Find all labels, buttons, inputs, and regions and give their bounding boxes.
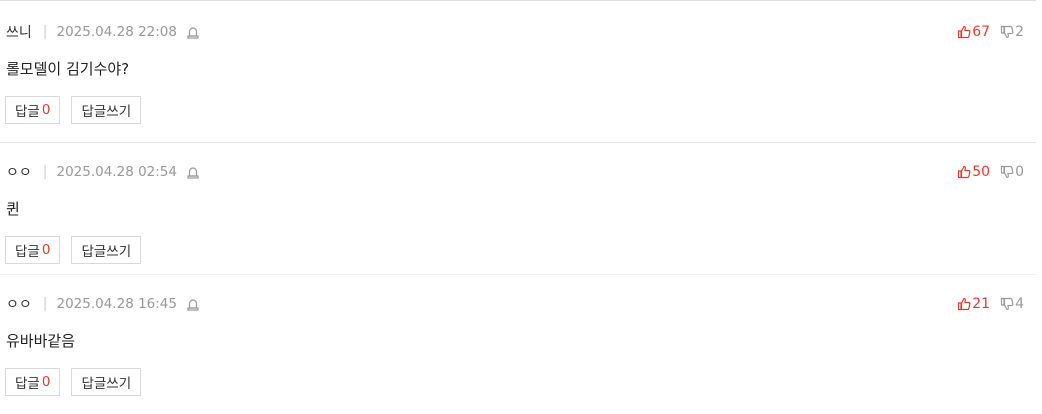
comment-item: ㅇㅇ | 2025.04.28 02:54 50 0 퀸 답글 0 답글쓰기 xyxy=(0,148,1036,282)
upvote-button[interactable]: 21 xyxy=(957,296,990,312)
report-siren-icon[interactable] xyxy=(186,25,200,39)
write-reply-button[interactable]: 답글쓰기 xyxy=(71,96,142,124)
downvote-button[interactable]: 0 xyxy=(1000,164,1024,180)
reply-label: 답글 xyxy=(15,376,40,392)
reply-label: 답글 xyxy=(15,244,40,260)
comment-item: ㅇㅇ | 2025.04.28 16:45 21 4 유바바같음 답글 0 답글… xyxy=(0,280,1036,414)
comment-author[interactable]: 쓰니 xyxy=(6,22,32,42)
comment-actions: 답글 0 답글쓰기 xyxy=(5,96,152,124)
downvote-count: 4 xyxy=(1015,296,1024,312)
reply-toggle-button[interactable]: 답글 0 xyxy=(5,96,61,124)
comment-meta: 쓰니 | 2025.04.28 22:08 xyxy=(6,22,200,42)
reply-toggle-button[interactable]: 답글 0 xyxy=(5,368,61,396)
report-siren-icon[interactable] xyxy=(186,165,200,179)
thumbs-down-icon xyxy=(1000,25,1014,39)
reply-count: 0 xyxy=(41,242,51,258)
vote-group: 67 2 xyxy=(957,22,1024,42)
comment-meta: ㅇㅇ | 2025.04.28 02:54 xyxy=(6,162,200,182)
reply-count: 0 xyxy=(41,374,51,390)
comment-date: 2025.04.28 22:08 xyxy=(56,24,177,40)
comment-divider xyxy=(0,142,1036,143)
thumbs-up-icon xyxy=(958,165,971,179)
reply-count: 0 xyxy=(41,102,51,118)
vote-group: 50 0 xyxy=(957,162,1024,182)
downvote-button[interactable]: 2 xyxy=(1000,24,1024,40)
comment-date: 2025.04.28 16:45 xyxy=(56,296,177,312)
comment-actions: 답글 0 답글쓰기 xyxy=(5,236,152,264)
vote-group: 21 4 xyxy=(957,294,1024,314)
comment-author[interactable]: ㅇㅇ xyxy=(6,162,32,182)
report-siren-icon[interactable] xyxy=(186,297,200,311)
reply-label: 답글 xyxy=(15,104,40,120)
downvote-count: 0 xyxy=(1015,164,1024,180)
comment-meta: ㅇㅇ | 2025.04.28 16:45 xyxy=(6,294,200,314)
top-divider xyxy=(0,0,1036,1)
downvote-count: 2 xyxy=(1015,24,1024,40)
comment-divider xyxy=(0,274,1036,275)
comment-item: 쓰니 | 2025.04.28 22:08 67 2 롤모델이 김기수야? 답글 xyxy=(0,8,1036,142)
comment-text: 퀸 xyxy=(6,200,20,218)
upvote-button[interactable]: 67 xyxy=(957,24,990,40)
comment-date: 2025.04.28 02:54 xyxy=(56,164,177,180)
upvote-count: 50 xyxy=(972,164,991,180)
upvote-count: 21 xyxy=(972,296,991,312)
upvote-button[interactable]: 50 xyxy=(957,164,990,180)
meta-separator: | xyxy=(42,24,48,40)
comment-author[interactable]: ㅇㅇ xyxy=(6,294,32,314)
comment-text: 롤모델이 김기수야? xyxy=(6,60,130,78)
meta-separator: | xyxy=(42,164,48,180)
write-reply-button[interactable]: 답글쓰기 xyxy=(71,368,142,396)
thumbs-down-icon xyxy=(1000,297,1014,311)
comment-actions: 답글 0 답글쓰기 xyxy=(5,368,152,396)
downvote-button[interactable]: 4 xyxy=(1000,296,1024,312)
thumbs-down-icon xyxy=(1000,165,1014,179)
upvote-count: 67 xyxy=(972,24,991,40)
reply-toggle-button[interactable]: 답글 0 xyxy=(5,236,61,264)
comment-text: 유바바같음 xyxy=(6,332,76,350)
thumbs-up-icon xyxy=(958,297,971,311)
write-reply-button[interactable]: 답글쓰기 xyxy=(71,236,142,264)
meta-separator: | xyxy=(42,296,48,312)
thumbs-up-icon xyxy=(958,25,971,39)
